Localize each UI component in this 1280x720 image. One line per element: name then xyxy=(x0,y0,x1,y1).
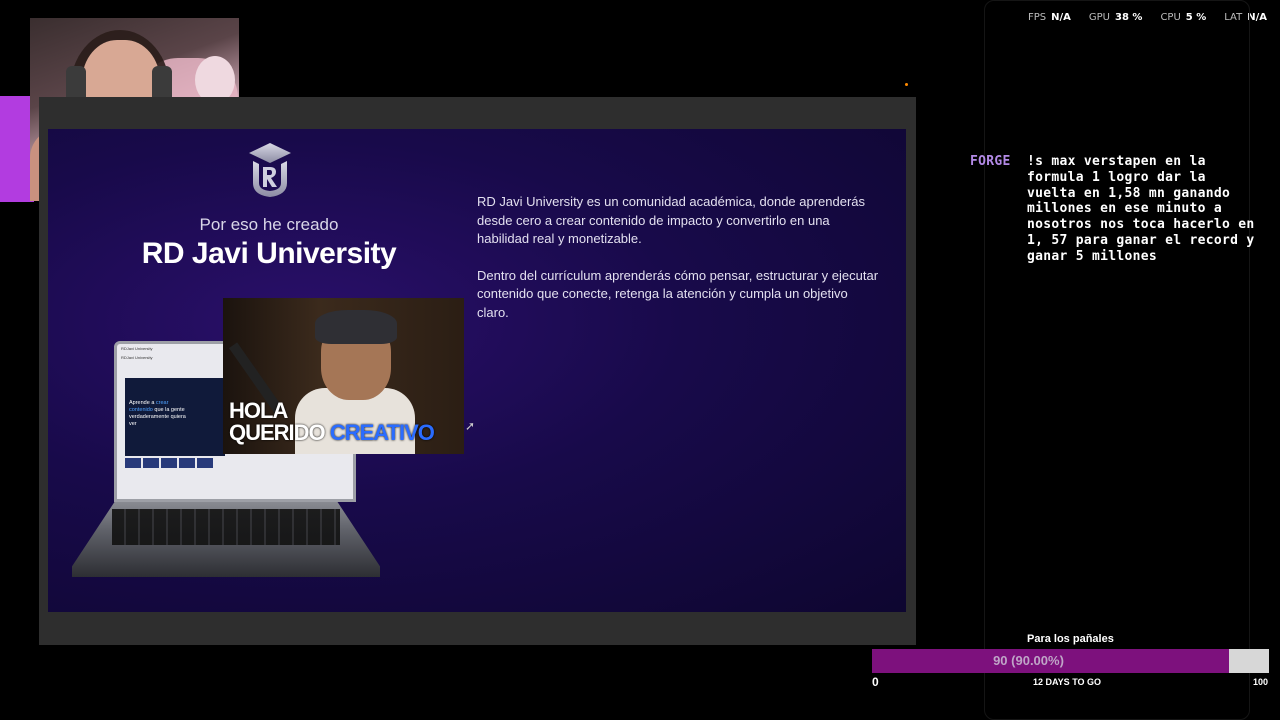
chat-message: FORGE !s max verstapen en la formula 1 l… xyxy=(970,154,1260,265)
video-caption: HOLA QUERIDO CREATIVO xyxy=(229,398,435,445)
presentation-slide: Por eso he creado RD Javi University RD … xyxy=(48,129,906,612)
laptop-hero: Aprende a crear contenido que la gente v… xyxy=(125,378,225,456)
video-overlay: HOLA QUERIDO CREATIVO xyxy=(223,298,464,454)
webcam-frame-accent xyxy=(0,96,34,202)
slide-description: RD Javi University es un comunidad acadé… xyxy=(477,193,882,340)
chat-panel xyxy=(984,0,1250,720)
indicator-dot xyxy=(905,83,908,86)
chat-text: !s max verstapen en la formula 1 logro d… xyxy=(1027,154,1255,264)
rd-javi-logo-icon xyxy=(249,143,291,197)
slide-paragraph: RD Javi University es un comunidad acadé… xyxy=(477,194,866,246)
slide-kicker: Por eso he creado xyxy=(199,215,339,234)
laptop-thumbnails xyxy=(125,458,213,468)
goal-progress-text: 90 (90.00%) xyxy=(993,653,1064,668)
slide-headline: RD Javi University xyxy=(141,237,397,270)
goal-progress-bar: 90 (90.00%) xyxy=(872,649,1269,673)
goal-days-left: 12 DAYS TO GO xyxy=(1033,677,1102,687)
chat-username: FORGE xyxy=(970,154,1011,169)
goal-min: 0 xyxy=(872,675,879,689)
goal-max: 100 xyxy=(1253,677,1269,687)
laptop-keyboard xyxy=(112,509,340,545)
mouse-cursor-icon: ➚ xyxy=(465,419,476,433)
goal-title: Para los pañales xyxy=(1027,633,1114,645)
slide-paragraph: Dentro del currículum aprenderás cómo pe… xyxy=(477,267,879,320)
